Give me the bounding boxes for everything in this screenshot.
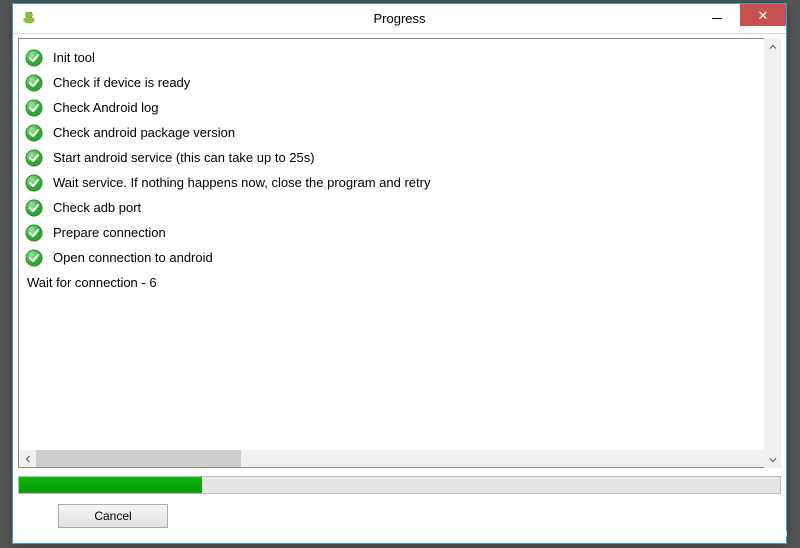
list-item: Open connection to android <box>25 245 776 270</box>
list-item: Check adb port <box>25 195 776 220</box>
list-item: Prepare connection <box>25 220 776 245</box>
watermark-text: LO4D.com <box>719 524 788 539</box>
progress-items: Init tool Check if device is ready Check… <box>19 39 780 299</box>
check-icon <box>25 174 43 192</box>
progress-window: Progress ✕ Init tool <box>12 3 787 544</box>
item-label: Check if device is ready <box>53 75 190 90</box>
current-step: Wait for connection - 6 <box>25 270 776 295</box>
check-icon <box>25 49 43 67</box>
client-area: Init tool Check if device is ready Check… <box>13 34 786 533</box>
item-label: Start android service (this can take up … <box>53 150 315 165</box>
wait-label: Wait for connection - 6 <box>27 275 157 290</box>
check-icon <box>25 74 43 92</box>
list-item: Wait service. If nothing happens now, cl… <box>25 170 776 195</box>
list-item: Check Android log <box>25 95 776 120</box>
window-controls: ✕ <box>694 4 786 26</box>
item-label: Open connection to android <box>53 250 213 265</box>
app-icon <box>21 11 37 27</box>
cc-icon <box>697 522 715 540</box>
minimize-button[interactable] <box>694 4 740 26</box>
window-title: Progress <box>13 11 786 26</box>
vertical-scrollbar[interactable] <box>764 38 781 468</box>
item-label: Check Android log <box>53 100 159 115</box>
progress-bar <box>18 476 781 494</box>
button-row: Cancel <box>18 504 781 528</box>
check-icon <box>25 224 43 242</box>
cancel-button[interactable]: Cancel <box>58 504 168 528</box>
item-label: Check adb port <box>53 200 141 215</box>
minimize-icon <box>712 18 722 19</box>
item-label: Prepare connection <box>53 225 166 240</box>
check-icon <box>25 199 43 217</box>
item-label: Wait service. If nothing happens now, cl… <box>53 175 430 190</box>
scroll-left-icon[interactable] <box>19 450 36 467</box>
list-item: Check android package version <box>25 120 776 145</box>
check-icon <box>25 99 43 117</box>
close-button[interactable]: ✕ <box>740 4 786 26</box>
scroll-down-icon[interactable] <box>764 451 781 468</box>
progress-list-box: Init tool Check if device is ready Check… <box>18 38 781 468</box>
progress-bar-fill <box>19 477 202 493</box>
check-icon <box>25 124 43 142</box>
watermark: LO4D.com <box>697 522 788 540</box>
horizontal-scrollbar[interactable] <box>19 450 780 467</box>
close-icon: ✕ <box>758 9 769 22</box>
list-item: Check if device is ready <box>25 70 776 95</box>
check-icon <box>25 149 43 167</box>
scroll-up-icon[interactable] <box>764 38 781 55</box>
item-label: Check android package version <box>53 125 235 140</box>
item-label: Init tool <box>53 50 95 65</box>
check-icon <box>25 249 43 267</box>
scroll-track[interactable] <box>36 450 763 467</box>
titlebar[interactable]: Progress ✕ <box>13 4 786 34</box>
list-item: Init tool <box>25 45 776 70</box>
scroll-thumb[interactable] <box>36 450 241 467</box>
list-item: Start android service (this can take up … <box>25 145 776 170</box>
